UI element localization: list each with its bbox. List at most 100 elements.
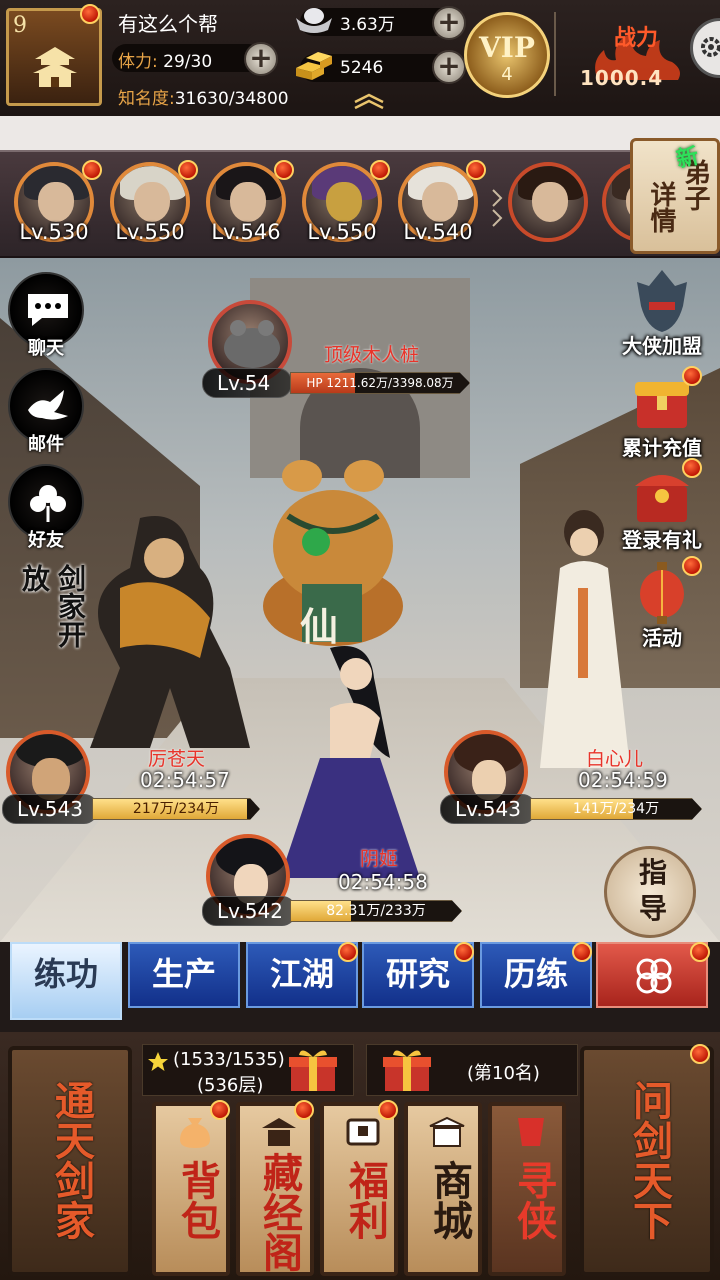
- chevron-up-icon[interactable]: [352, 92, 386, 110]
- unit-timer: 02:54:59: [578, 768, 668, 792]
- tongtian-jianjia-button[interactable]: 通天剑家: [8, 1046, 132, 1276]
- boss-name: 顶级木人桩: [324, 344, 420, 366]
- unit-level: Lv.543: [440, 794, 536, 824]
- backpack-label: 背包: [174, 1160, 221, 1240]
- welfare-button[interactable]: 福利: [320, 1102, 398, 1276]
- face: [134, 182, 170, 222]
- add-gold-button[interactable]: +: [432, 50, 466, 84]
- notification-dot: [338, 942, 358, 962]
- tab-practice[interactable]: 练功: [10, 942, 122, 1020]
- disciple-row: Lv.530 Lv.550 Lv.546 Lv.550 Lv.540: [0, 150, 720, 258]
- dancer-character[interactable]: [270, 638, 430, 888]
- warrior-helmet-icon: [637, 270, 687, 332]
- stamina-value: 29/30: [163, 52, 213, 72]
- dove-icon: [28, 390, 68, 420]
- gear-icon: [701, 37, 720, 57]
- unit-hp-text: 141万/234万: [572, 801, 660, 817]
- boss-level: Lv.54: [202, 368, 292, 398]
- silver-amount: 3.63万: [340, 15, 395, 35]
- unit-hp-bar: 82.31万/233万: [290, 900, 462, 922]
- tower-stars: (1533/1535): [173, 1049, 285, 1070]
- unit-timer: 02:54:57: [140, 768, 230, 792]
- tongtian-jianjia-label: 通天剑家: [48, 1080, 95, 1240]
- welfare-label: 福利: [342, 1160, 389, 1240]
- notification-dot: [682, 556, 702, 576]
- unit-level: Lv.542: [202, 896, 296, 926]
- vip-badge[interactable]: VIP 4: [464, 12, 550, 98]
- disciple-level: Lv.540: [403, 220, 473, 244]
- tab-production[interactable]: 生产: [128, 942, 240, 1008]
- face: [422, 182, 458, 222]
- top-bar: 9 有这么个帮 体力: 29/30 + 知名度:31630/34800 3.63…: [0, 0, 720, 116]
- battle-scene: 聊天 邮件 好友 剑家开放 大侠加盟 累计充值 登录有礼 活动 顶级木人桩 Lv…: [0, 258, 720, 942]
- disciple-level: Lv.530: [19, 220, 89, 244]
- notification-dot: [690, 942, 710, 962]
- gold-amount: 5246: [340, 58, 384, 78]
- clover-icon: [636, 958, 672, 994]
- vip-level: 4: [501, 64, 513, 85]
- notification-dot: [210, 1100, 230, 1120]
- player-level: 9: [13, 13, 27, 38]
- notification-dot: [294, 1100, 314, 1120]
- wenjian-tianxia-button[interactable]: 问剑天下: [580, 1046, 714, 1276]
- unit-hp-text: 82.31万/233万: [326, 903, 426, 919]
- tab-bar: 练功 生产 江湖 研究 历练: [0, 942, 720, 1032]
- ranking-box[interactable]: (第10名): [366, 1044, 578, 1096]
- hero-join-button[interactable]: 大侠加盟: [612, 266, 712, 359]
- face: [38, 182, 74, 222]
- unit-hp-bar: 141万/234万: [530, 798, 702, 820]
- disciple-level: Lv.550: [115, 220, 185, 244]
- wenjian-tianxia-label: 问剑天下: [626, 1080, 673, 1240]
- fame-label: 知名度:: [118, 89, 175, 109]
- backpack-button[interactable]: 背包: [152, 1102, 230, 1276]
- notification-dot: [178, 160, 198, 180]
- guide-button[interactable]: 指导: [604, 846, 696, 938]
- chat-label: 聊天: [28, 338, 64, 359]
- seek-hero-button[interactable]: 寻侠: [488, 1102, 566, 1276]
- disciple-avatar[interactable]: [508, 162, 588, 242]
- mail-button[interactable]: 邮件: [8, 368, 84, 456]
- power-value: 1000.4: [580, 66, 664, 90]
- notification-dot: [682, 458, 702, 478]
- bottom-panel: 通天剑家 (1533/1535) (536层) (第10名) 背包 藏经阁 福利…: [0, 1032, 720, 1280]
- chat-button[interactable]: 聊天: [8, 272, 84, 360]
- silver-ingot-icon: [296, 8, 332, 33]
- separator-strip: [0, 116, 720, 150]
- gift-box-icon: [289, 1050, 337, 1091]
- divider: [554, 12, 556, 96]
- notification-dot: [466, 160, 486, 180]
- chevron-right-icon: [492, 189, 503, 227]
- unit-hp-bar: 217万/234万: [92, 798, 260, 820]
- power-label: 战力: [614, 26, 659, 51]
- unit-timer: 02:54:58: [338, 870, 428, 894]
- scripture-pavilion-label: 藏经阁: [256, 1152, 303, 1272]
- player-name: 有这么个帮: [118, 12, 218, 36]
- boss-hp-bar: HP 1211.62万/3398.08万: [290, 372, 470, 394]
- mail-label: 邮件: [28, 434, 64, 455]
- shop-button[interactable]: 商城: [404, 1102, 482, 1276]
- add-silver-button[interactable]: +: [432, 6, 466, 40]
- notification-dot: [572, 942, 592, 962]
- shop-icon: [429, 1116, 465, 1147]
- scripture-pavilion-button[interactable]: 藏经阁: [236, 1102, 314, 1276]
- fame-value: 31630/34800: [174, 89, 289, 109]
- add-stamina-button[interactable]: +: [244, 42, 278, 76]
- warrior-character[interactable]: [60, 508, 280, 758]
- shop-label: 商城: [426, 1160, 473, 1240]
- guide-label: 指导: [639, 856, 668, 925]
- stamina-label: 体力:: [118, 52, 158, 72]
- tower-floor: (536层): [197, 1075, 264, 1096]
- red-seal-icon: [518, 1118, 544, 1146]
- unit-level: Lv.543: [2, 794, 98, 824]
- notification-dot: [82, 160, 102, 180]
- gift-box-icon: [383, 1050, 431, 1091]
- face: [230, 182, 266, 222]
- toad-icon: [224, 320, 280, 368]
- pagoda-icon: [33, 47, 77, 87]
- notification-dot: [690, 1044, 710, 1064]
- lady-character[interactable]: [520, 508, 640, 778]
- bag-icon: [180, 1118, 210, 1148]
- notification-dot: [682, 366, 702, 386]
- tower-progress[interactable]: (1533/1535) (536层): [142, 1044, 354, 1096]
- unit-name: 白心儿: [586, 748, 644, 770]
